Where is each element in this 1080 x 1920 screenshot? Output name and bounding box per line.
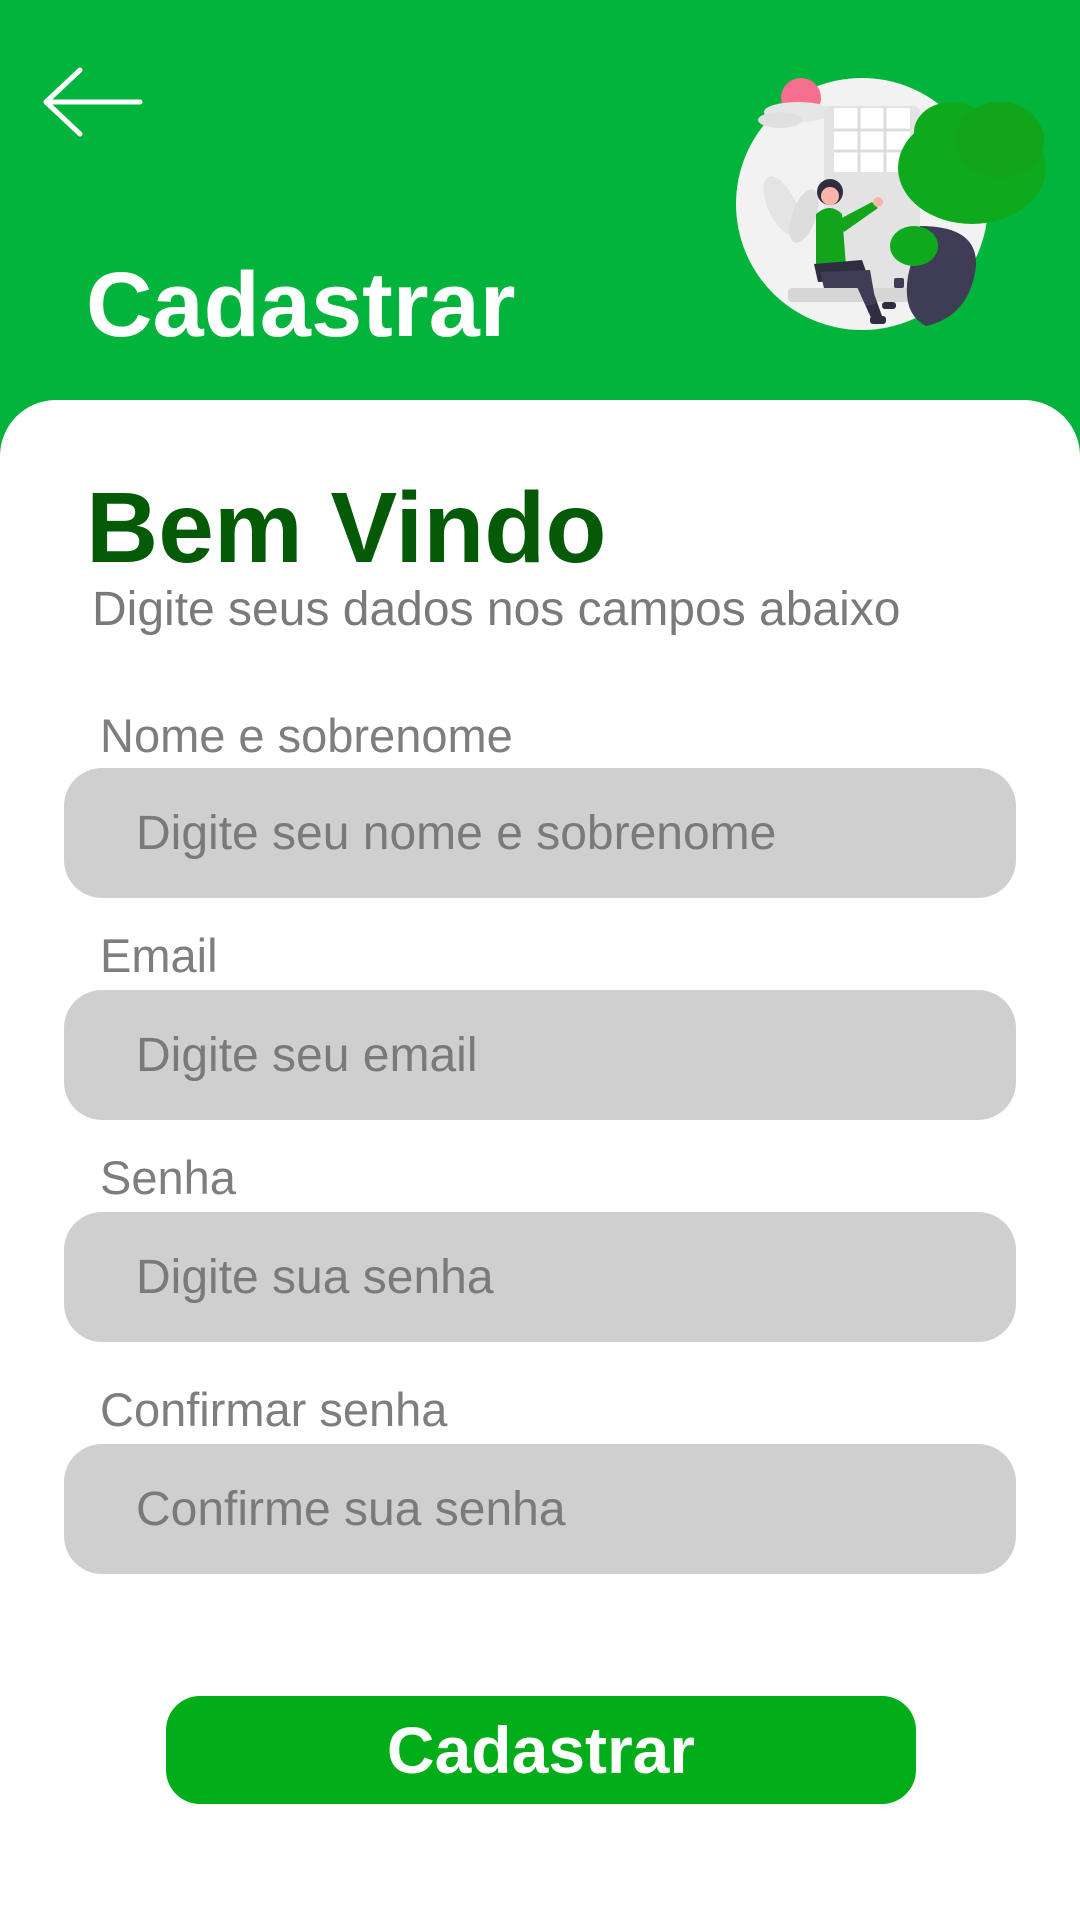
header: Cadastrar [0, 0, 1080, 460]
email-input[interactable] [64, 990, 1016, 1120]
submit-button[interactable]: Cadastrar [166, 1696, 916, 1804]
email-label: Email [100, 929, 218, 982]
signup-screen: Cadastrar Bem Vindo Digite seus dados no… [0, 0, 1080, 1920]
arrow-left-icon [43, 67, 143, 137]
name-label: Nome e sobrenome [100, 709, 513, 762]
password-input[interactable] [64, 1212, 1016, 1342]
back-button[interactable] [40, 64, 150, 140]
welcome-subtitle: Digite seus dados nos campos abaixo [92, 583, 901, 636]
confirm-password-label: Confirmar senha [100, 1383, 448, 1436]
woman-window-tree-illustration [736, 78, 1046, 330]
header-title: Cadastrar [86, 254, 516, 356]
name-input[interactable] [64, 768, 1016, 898]
confirm-password-input[interactable] [64, 1444, 1016, 1574]
password-label: Senha [100, 1151, 236, 1204]
welcome-title: Bem Vindo [86, 472, 607, 584]
